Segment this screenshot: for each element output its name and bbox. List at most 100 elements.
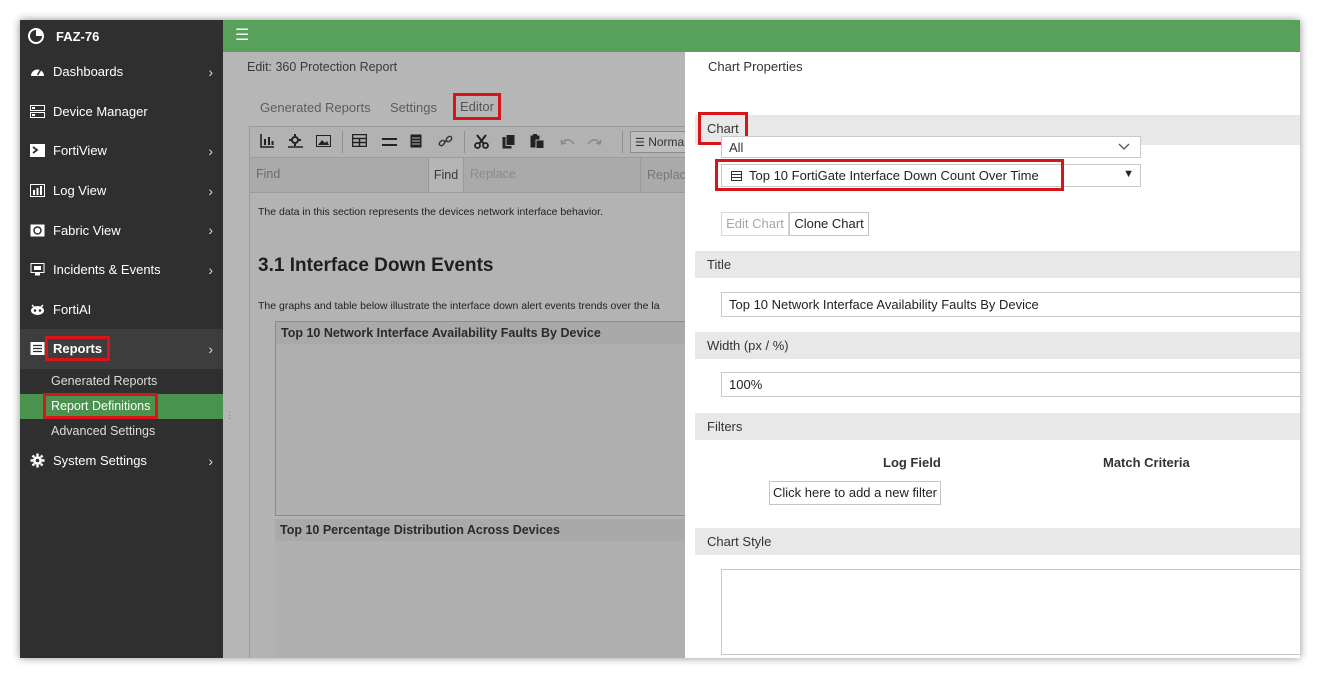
chart-category-select[interactable]: All [721, 136, 1141, 158]
replace-input[interactable]: Replace [470, 167, 516, 181]
sidebar-item-label: Device Manager [53, 103, 148, 119]
replace-button[interactable]: Replac [640, 158, 685, 192]
toolbar-divider [342, 131, 343, 153]
sidebar-subitem-generated-reports[interactable]: Generated Reports [20, 369, 223, 394]
section-label: Title [707, 257, 732, 272]
tab-settings[interactable]: Settings [390, 100, 437, 115]
sidebar-item-label: FortiAI [53, 301, 92, 317]
editor-toolbar: ☰ Norma [250, 127, 685, 158]
hamburger-menu-icon[interactable]: ☰ [235, 28, 249, 44]
device-manager-icon [30, 104, 45, 118]
logo-icon [28, 28, 44, 44]
filter-column-log-field: Log Field [883, 455, 941, 470]
redo-icon[interactable] [586, 134, 602, 150]
panel-title: Chart Properties [708, 59, 803, 74]
edit-chart-button[interactable]: Edit Chart [721, 212, 789, 236]
section-filters: Filters [695, 413, 1300, 440]
chart-placeholder-title: Top 10 Percentage Distribution Across De… [275, 519, 685, 541]
align-icon: ☰ [635, 137, 645, 149]
find-button[interactable]: Find [428, 158, 464, 192]
format-select-value: Norma [648, 135, 685, 149]
chart-placeholder-title: Top 10 Network Interface Availability Fa… [276, 322, 685, 344]
insert-table-icon[interactable] [351, 133, 368, 150]
chart-placeholder[interactable]: Top 10 Network Interface Availability Fa… [275, 321, 685, 516]
left-resize-handle-icon[interactable]: ⋮ [225, 410, 234, 421]
copy-icon[interactable] [502, 134, 516, 152]
document-body[interactable]: The data in this section represents the … [250, 193, 685, 658]
brand[interactable]: FAZ-76 [20, 20, 223, 52]
sidebar-subitem-label: Report Definitions [42, 393, 159, 420]
sidebar-item-label: Incidents & Events [53, 262, 161, 278]
sidebar-item-dashboards[interactable]: Dashboards › [20, 52, 223, 92]
reports-icon [30, 342, 45, 356]
sidebar-item-log-view[interactable]: Log View › [20, 171, 223, 211]
insert-image-icon[interactable] [316, 134, 331, 150]
sidebar-item-fabric-view[interactable]: Fabric View › [20, 210, 223, 250]
report-editor-area: Edit: 360 Protection Report Generated Re… [223, 52, 685, 658]
select-value: Top 10 FortiGate Interface Down Count Ov… [749, 168, 1039, 183]
chart-properties-panel: Chart Properties Chart All Top 10 FortiG… [685, 52, 1300, 658]
insert-macro-icon[interactable] [288, 134, 304, 151]
sidebar-item-reports[interactable]: Reports › [20, 329, 223, 369]
sidebar-subitem-label: Advanced Settings [51, 424, 156, 439]
chart-placeholder[interactable]: Top 10 Percentage Distribution Across De… [275, 519, 685, 658]
select-value: All [729, 140, 744, 155]
top-bar: ☰ [223, 20, 1300, 52]
insert-chart-icon[interactable] [260, 134, 275, 151]
page-break-icon[interactable] [410, 134, 422, 151]
title-input[interactable]: Top 10 Network Interface Availability Fa… [721, 292, 1300, 317]
sidebar-item-fortiai[interactable]: FortiAI [20, 290, 223, 330]
sidebar-subitem-report-definitions[interactable]: Report Definitions [20, 393, 223, 420]
section-label: Filters [707, 419, 743, 434]
sidebar-item-label: Reports [44, 336, 111, 362]
sidebar: FAZ-76 Dashboards › Device Manager Forti… [20, 20, 223, 658]
sidebar-item-system-settings[interactable]: System Settings › [20, 444, 223, 478]
doc-paragraph: The graphs and table below illustrate th… [258, 300, 660, 312]
chevron-right-icon: › [208, 340, 213, 357]
caret-down-icon: ▼ [1123, 168, 1134, 180]
editor-panel: ☰ Norma Find Find Replace Replac The dat… [249, 126, 685, 658]
add-filter-button[interactable]: Click here to add a new filter [769, 481, 941, 505]
section-label: Chart Style [707, 534, 772, 549]
width-input[interactable]: 100% [721, 372, 1300, 397]
app-window: FAZ-76 Dashboards › Device Manager Forti… [20, 20, 1300, 658]
sidebar-item-label: Fabric View [53, 222, 121, 238]
cut-icon[interactable] [474, 134, 489, 152]
paste-icon[interactable] [530, 134, 545, 152]
log-view-icon [30, 184, 45, 198]
tab-generated-reports[interactable]: Generated Reports [260, 100, 371, 115]
page-title: Edit: 360 Protection Report [247, 60, 398, 74]
clone-chart-button[interactable]: Clone Chart [789, 212, 869, 236]
chevron-right-icon: › [208, 222, 213, 239]
find-input[interactable]: Find [256, 167, 280, 181]
gear-icon [30, 453, 45, 468]
section-title: Title [695, 251, 1300, 278]
chevron-right-icon: › [208, 63, 213, 80]
toolbar-divider [622, 131, 623, 153]
sidebar-item-incidents-events[interactable]: Incidents & Events › [20, 250, 223, 290]
fortiai-icon [30, 303, 45, 316]
sidebar-item-label: Dashboards [53, 64, 124, 80]
brand-name: FAZ-76 [56, 28, 100, 44]
section-width: Width (px / %) [695, 332, 1300, 359]
sidebar-item-label: FortiView [53, 143, 107, 159]
fortiview-icon [30, 144, 45, 158]
link-icon[interactable] [438, 134, 453, 152]
toolbar-divider [464, 131, 465, 153]
chart-select[interactable]: Top 10 FortiGate Interface Down Count Ov… [715, 159, 1141, 191]
tab-editor[interactable]: Editor [453, 93, 501, 120]
format-select[interactable]: ☰ Norma [630, 131, 685, 153]
find-replace-row: Find Find Replace Replac [250, 158, 685, 193]
sidebar-item-label: Log View [53, 183, 107, 199]
sidebar-item-device-manager[interactable]: Device Manager [20, 92, 223, 132]
chevron-right-icon: › [208, 452, 213, 469]
sidebar-subitem-label: Generated Reports [51, 374, 158, 389]
doc-paragraph: The data in this section represents the … [258, 206, 603, 218]
chevron-right-icon: › [208, 261, 213, 278]
section-label: Width (px / %) [707, 338, 789, 353]
undo-icon[interactable] [560, 134, 576, 150]
sidebar-item-fortiview[interactable]: FortiView › [20, 131, 223, 171]
sidebar-subitem-advanced-settings[interactable]: Advanced Settings [20, 419, 223, 444]
chart-style-textarea[interactable] [721, 569, 1300, 655]
horizontal-line-icon[interactable] [382, 134, 397, 150]
